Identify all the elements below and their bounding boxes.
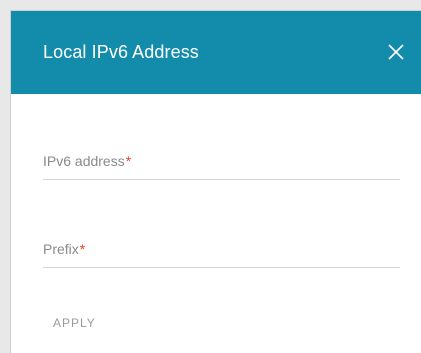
prefix-field[interactable]: Prefix* <box>43 233 404 268</box>
apply-button[interactable]: APPLY <box>53 316 96 330</box>
dialog-title: Local IPv6 Address <box>43 42 199 62</box>
backdrop-top-edge <box>0 0 421 10</box>
prefix-input[interactable] <box>43 235 404 267</box>
ipv6-address-field[interactable]: IPv6 address* <box>43 145 404 180</box>
backdrop-left-edge <box>0 0 10 353</box>
dialog-header: Local IPv6 Address <box>11 11 421 94</box>
ipv6-address-input[interactable] <box>43 147 404 179</box>
local-ipv6-dialog: Local IPv6 Address IPv6 address* Prefix*… <box>10 10 421 353</box>
close-icon <box>388 44 404 60</box>
close-button[interactable] <box>383 39 409 65</box>
